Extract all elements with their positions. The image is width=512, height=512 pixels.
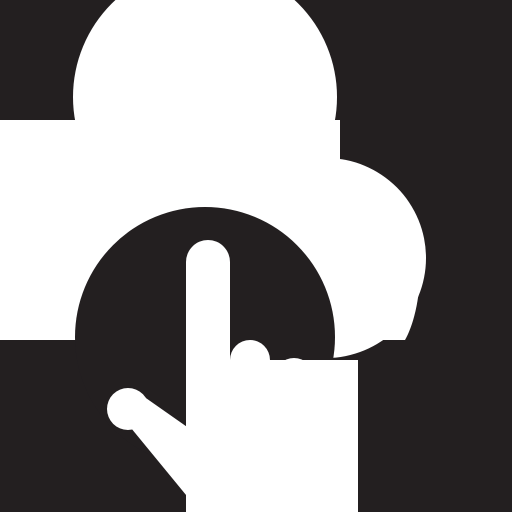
cloud-touch-icon [0,0,512,512]
